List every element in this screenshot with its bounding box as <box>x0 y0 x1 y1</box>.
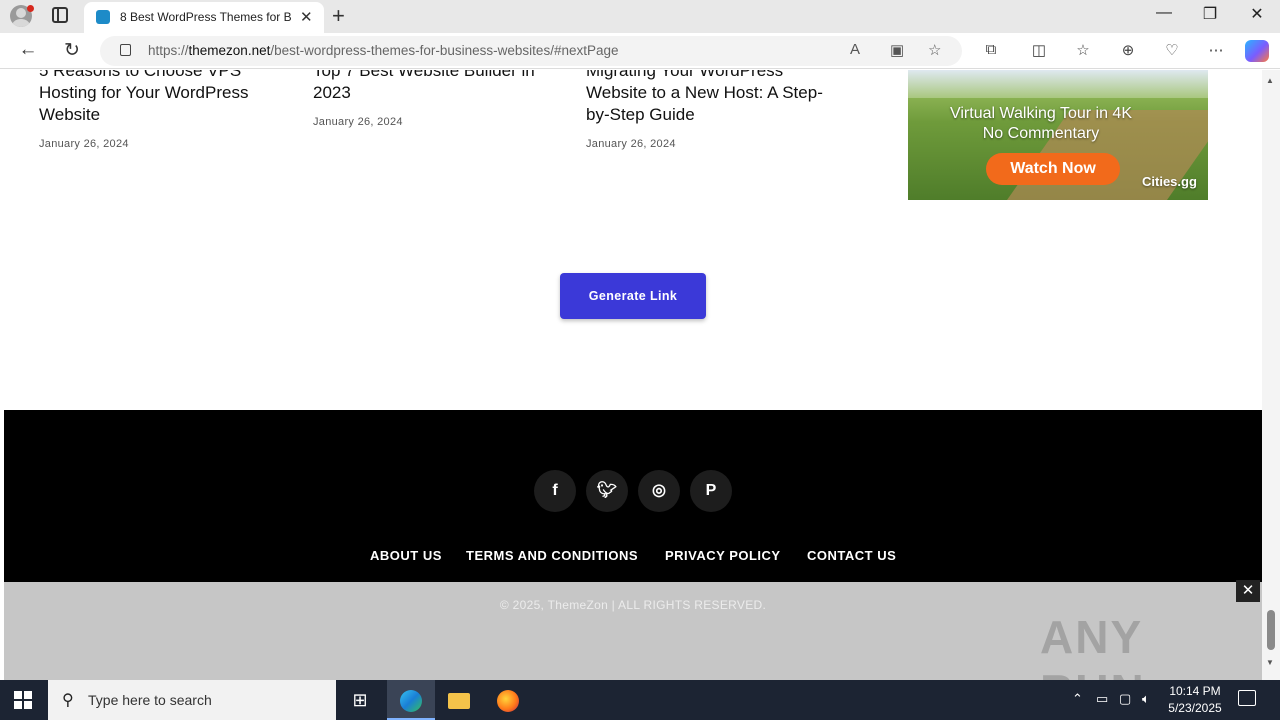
windows-taskbar: ⚲ Type here to search ⊞ ⌃ ▭ ▢ 🔈︎ 10:14 P… <box>0 680 1280 720</box>
active-tab[interactable]: 8 Best WordPress Themes for Business ✕ <box>84 2 324 33</box>
show-hidden-icons[interactable]: ⌃ <box>1072 691 1083 707</box>
search-icon: ⚲ <box>62 692 74 709</box>
footer-link-contact[interactable]: CONTACT US <box>807 548 896 563</box>
advertisement-banner[interactable]: Virtual Walking Tour in 4K No Commentary… <box>908 70 1208 200</box>
generate-link-button[interactable]: Generate Link <box>560 273 706 319</box>
split-screen-icon[interactable]: ◫ <box>1028 41 1050 59</box>
post-title[interactable]: Top 7 Best Website Builder in 2023 <box>313 70 553 104</box>
site-favicon-icon <box>96 10 110 24</box>
scroll-up-icon[interactable]: ▲ <box>1266 76 1274 85</box>
restore-icon[interactable]: ❐ <box>1190 4 1230 24</box>
related-post[interactable]: Migrating Your WordPress Website to a Ne… <box>586 70 846 150</box>
volume-icon[interactable]: 🔈︎ <box>1142 691 1150 707</box>
facebook-icon[interactable]: f <box>534 470 576 512</box>
post-title[interactable]: Migrating Your WordPress Website to a Ne… <box>586 70 846 126</box>
page-content: 5 Reasons to Choose VPS Hosting for Your… <box>0 70 1262 680</box>
browser-toolbar: ← ↻ https://themezon.net/best-wordpress-… <box>0 33 1280 69</box>
copilot-icon[interactable] <box>1245 40 1269 62</box>
clock-time: 10:14 PM <box>1169 684 1221 698</box>
scroll-down-icon[interactable]: ▼ <box>1266 658 1274 667</box>
browser-tab-bar: 8 Best WordPress Themes for Business ✕ +… <box>0 0 1280 33</box>
start-icon[interactable] <box>14 691 32 709</box>
performance-icon[interactable]: ♡ <box>1161 41 1183 59</box>
related-post[interactable]: 5 Reasons to Choose VPS Hosting for Your… <box>39 70 279 150</box>
tab-title: 8 Best WordPress Themes for Business <box>120 10 292 24</box>
collections-icon[interactable]: ⊕ <box>1117 41 1139 59</box>
post-date: January 26, 2024 <box>586 138 676 150</box>
post-date: January 26, 2024 <box>39 138 129 150</box>
favorite-star-icon[interactable]: ☆ <box>928 41 941 59</box>
file-explorer-icon[interactable] <box>435 680 483 720</box>
immersive-reader-icon[interactable]: ▣ <box>890 41 904 59</box>
post-date: January 26, 2024 <box>313 116 403 128</box>
footer-link-about[interactable]: ABOUT US <box>370 548 442 563</box>
footer-link-privacy[interactable]: PRIVACY POLICY <box>665 548 781 563</box>
related-post[interactable]: Top 7 Best Website Builder in 2023 Janua… <box>313 70 553 128</box>
network-icon[interactable]: ▢ <box>1119 691 1131 707</box>
search-placeholder: Type here to search <box>88 692 212 708</box>
url-text: https://themezon.net/best-wordpress-them… <box>148 43 619 58</box>
notification-dot <box>27 5 34 12</box>
back-icon[interactable]: ← <box>16 39 40 61</box>
firefox-icon[interactable] <box>484 680 532 720</box>
close-window-icon[interactable]: ✕ <box>1237 4 1277 24</box>
favorites-icon[interactable]: ☆ <box>1072 41 1094 59</box>
instagram-icon[interactable]: ◎ <box>638 470 680 512</box>
task-view-icon[interactable]: ⊞ <box>336 680 384 720</box>
system-clock[interactable]: 10:14 PM 5/23/2025 <box>1162 683 1228 717</box>
lock-icon[interactable] <box>120 44 131 56</box>
more-options-icon[interactable]: ⋯ <box>1205 41 1227 59</box>
anyrun-watermark: ANY RUN <box>1040 611 1144 680</box>
close-tab-icon[interactable]: ✕ <box>300 8 313 26</box>
ad-subheadline: No Commentary <box>982 125 1100 142</box>
post-title[interactable]: 5 Reasons to Choose VPS Hosting for Your… <box>39 70 279 126</box>
site-footer: f 🐦︎ ◎ P ABOUT US TERMS AND CONDITIONS P… <box>4 410 1262 582</box>
ad-brand-logo: Cities.gg <box>1142 174 1197 189</box>
scroll-thumb[interactable] <box>1267 610 1275 650</box>
read-aloud-icon[interactable]: A <box>850 41 860 58</box>
device-icon[interactable]: ▭ <box>1096 691 1108 707</box>
notifications-icon[interactable] <box>1238 690 1256 706</box>
ad-headline: Virtual Walking Tour in 4K <box>949 105 1132 122</box>
twitter-icon[interactable]: 🐦︎ <box>586 470 628 512</box>
close-ad-icon[interactable]: ✕ <box>1236 580 1260 602</box>
ad-background <box>908 70 1208 98</box>
ad-watch-now-button[interactable]: Watch Now <box>986 153 1120 185</box>
minimize-icon[interactable]: — <box>1144 4 1184 22</box>
taskbar-search[interactable]: ⚲ Type here to search <box>48 680 336 720</box>
edge-browser-icon[interactable] <box>387 680 435 720</box>
footer-link-terms[interactable]: TERMS AND CONDITIONS <box>466 548 638 563</box>
address-bar[interactable]: https://themezon.net/best-wordpress-them… <box>100 36 962 66</box>
tab-actions-icon[interactable] <box>52 7 68 23</box>
pinterest-icon[interactable]: P <box>690 470 732 512</box>
clock-date: 5/23/2025 <box>1168 701 1222 715</box>
page-scrollbar[interactable]: ▲ ▼ <box>1262 70 1280 680</box>
new-tab-icon[interactable]: + <box>332 3 345 29</box>
refresh-icon[interactable]: ↻ <box>60 39 84 62</box>
extensions-icon[interactable]: ⧉ <box>980 41 1002 58</box>
